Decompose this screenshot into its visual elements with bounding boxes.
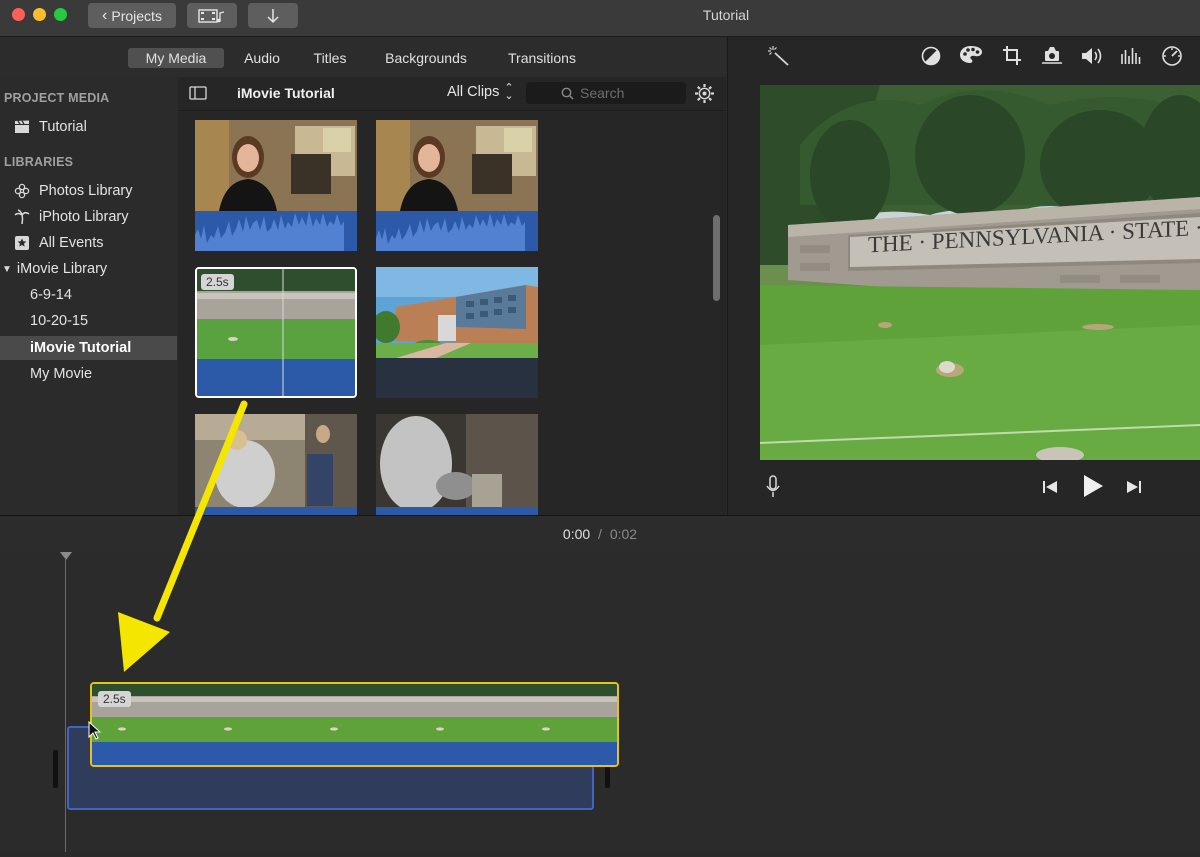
sidebar-toggle-icon[interactable] [189, 86, 207, 100]
clip-duration-badge: 2.5s [98, 691, 131, 707]
magic-wand-icon[interactable] [767, 45, 791, 67]
sidebar-item-label: Photos Library [39, 183, 133, 199]
equalizer-icon[interactable] [1120, 46, 1142, 66]
sidebar-item-label: All Events [39, 235, 104, 251]
time-separator: / [598, 526, 602, 542]
play-icon[interactable] [1082, 474, 1104, 498]
project-media-heading: PROJECT MEDIA [4, 91, 110, 105]
video-frame-image: THE · PENNSYLVANIA · STATE · UN [760, 85, 1200, 460]
volume-icon[interactable] [1080, 46, 1104, 66]
search-field[interactable]: Search [526, 82, 686, 104]
playhead-handle[interactable] [60, 552, 72, 560]
mouse-pointer-icon [88, 720, 102, 746]
clip-duration-badge: 2.5s [201, 274, 234, 290]
clip-thumbnail-image [376, 120, 538, 251]
current-time: 0:00 [562, 526, 591, 542]
browser-tab-bar [0, 37, 726, 77]
sidebar-item-event-6-9-14[interactable]: 6-9-14 [30, 284, 178, 306]
search-placeholder: Search [580, 85, 625, 101]
sidebar-item-iphoto-library[interactable]: iPhoto Library [14, 206, 178, 228]
sidebar-item-label: Tutorial [39, 119, 87, 135]
skip-forward-icon[interactable] [1126, 479, 1142, 495]
clip-thumbnail[interactable] [195, 414, 357, 515]
clip-thumbnail-image [376, 267, 538, 398]
event-title: iMovie Tutorial [237, 85, 335, 101]
updown-chevron-icon: ⌃ ⌄ [504, 82, 514, 102]
timecode-display: 0:00 / 0:02 [0, 526, 1200, 542]
tab-audio[interactable]: Audio [234, 48, 290, 68]
clip-thumbnail-selected[interactable]: 2.5s [195, 267, 357, 398]
tab-my-media[interactable]: My Media [128, 48, 224, 68]
tab-transitions[interactable]: Transitions [496, 48, 588, 68]
tab-backgrounds[interactable]: Backgrounds [374, 48, 478, 68]
total-time: 0:02 [609, 526, 638, 542]
sidebar-item-label: iMovie Library [16, 261, 108, 277]
window-title: Tutorial [702, 7, 750, 23]
clip-filter-popup[interactable]: All Clips ⌃ ⌄ [447, 82, 514, 102]
skip-back-icon[interactable] [1042, 479, 1058, 495]
stabilization-camera-icon[interactable] [1041, 45, 1063, 66]
sidebar-item-event-10-20-15[interactable]: 10-20-15 [30, 310, 178, 332]
sidebar-item-imovie-library[interactable]: ▼ iMovie Library [2, 258, 178, 280]
clip-thumbnail-image [195, 414, 357, 515]
playhead-line [65, 558, 66, 852]
tab-titles[interactable]: Titles [302, 48, 358, 68]
drop-left-handle [53, 750, 58, 788]
clip-thumbnail[interactable] [376, 267, 538, 398]
microphone-icon[interactable] [765, 475, 781, 499]
clip-thumbnail[interactable] [376, 120, 538, 251]
flower-icon [14, 183, 30, 199]
clapperboard-icon [14, 120, 30, 134]
sidebar-item-label: iPhoto Library [39, 209, 129, 225]
gear-icon[interactable] [694, 83, 715, 104]
timeline-clip[interactable]: 2.5s [90, 682, 619, 767]
speed-gauge-icon[interactable] [1161, 45, 1183, 67]
libraries-heading: LIBRARIES [4, 155, 74, 169]
timeline-clip-filmstrip [92, 684, 617, 765]
search-icon [561, 87, 574, 100]
sidebar-item-photos-library[interactable]: Photos Library [14, 180, 178, 202]
crop-icon[interactable] [1002, 45, 1022, 66]
disclosure-triangle-icon[interactable]: ▼ [2, 264, 12, 275]
clip-thumbnail[interactable] [376, 414, 538, 515]
clip-filter-label: All Clips [447, 84, 500, 100]
sidebar-item-all-events[interactable]: All Events [14, 232, 178, 254]
clip-thumbnail-image [376, 414, 538, 515]
palette-icon[interactable] [959, 45, 983, 65]
clip-thumbnail-image [195, 120, 357, 251]
sidebar-item-tutorial-project[interactable]: Tutorial [14, 116, 178, 138]
clip-thumbnail[interactable] [195, 120, 357, 251]
video-preview: THE · PENNSYLVANIA · STATE · UN [760, 85, 1200, 460]
palm-tree-icon [14, 209, 30, 225]
sidebar-item-my-movie[interactable]: My Movie [30, 363, 178, 385]
sidebar-item-imovie-tutorial[interactable]: iMovie Tutorial [30, 337, 178, 359]
color-balance-icon[interactable] [921, 46, 941, 66]
star-icon [14, 235, 30, 251]
grid-scrollbar[interactable] [713, 215, 720, 301]
